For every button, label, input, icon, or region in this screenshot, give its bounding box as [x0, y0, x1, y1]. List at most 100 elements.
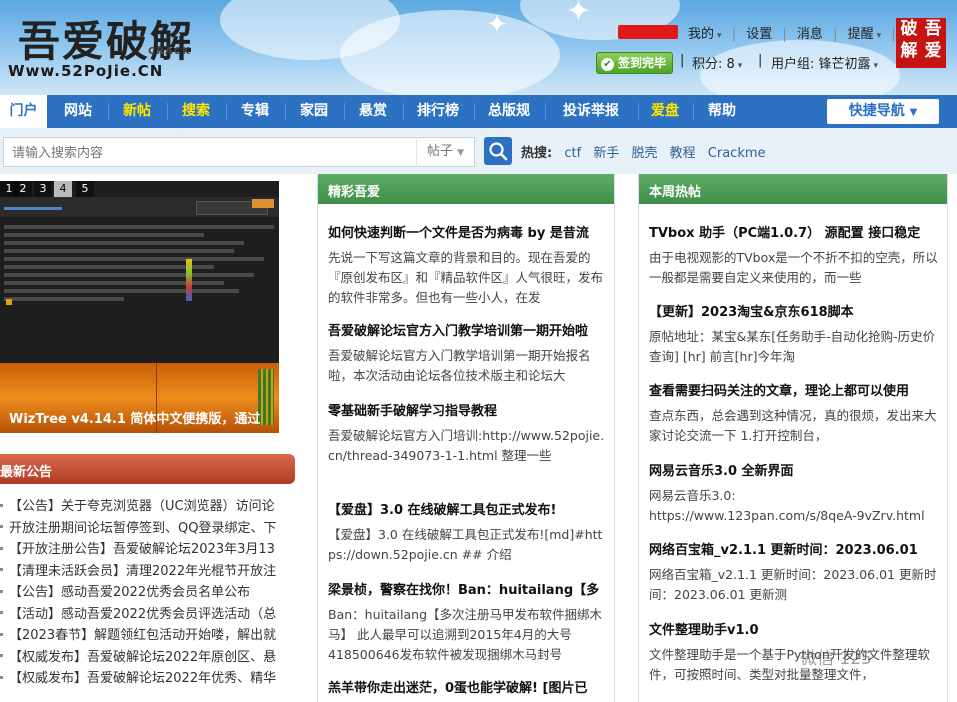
weekly-hot-panel: 本周热帖 TVbox 助手（PC端1.0.7） 源配置 接口稳定 由于电视观影的…: [638, 174, 948, 702]
usergroup-sep: |: [758, 53, 763, 68]
hot-search: 热搜: ctf 新手 脱壳 教程 Crackme: [521, 142, 766, 161]
points-sep: |: [680, 53, 685, 68]
article-summary: 文件整理助手是一个基于Python开发的文件整理软件，可按照时间、类型对批量整理…: [649, 647, 930, 682]
article-item: 【爱盘】3.0 在线破解工具包正式发布! 【爱盘】3.0 在线破解工具包正式发布…: [328, 501, 606, 565]
reminders-link[interactable]: 提醒: [848, 27, 874, 42]
article-item: 查看需要扫码关注的文章，理论上都可以使用 查点东西，总会遇到这种情况，真的很烦，…: [649, 382, 939, 446]
notice-list: 【公告】关于夸克浏览器（UC浏览器）访问论 开放注册期间论坛暂停签到、QQ登录绑…: [0, 496, 295, 690]
search-scope-select[interactable]: 帖子 ▼: [416, 138, 473, 166]
chevron-down-icon: ▾: [737, 61, 743, 71]
article-item: 羔羊带你走出迷茫，0蛋也能学破解! [图片已: [328, 679, 606, 699]
watermark: 微信 125: [800, 649, 872, 669]
notice-item[interactable]: 【权威发布】吾爱破解论坛2022年原创区、悬: [0, 647, 295, 669]
chevron-down-icon: ▾: [876, 31, 882, 41]
notice-item[interactable]: 【清理未活跃会员】清理2022年光棍节开放注: [0, 561, 295, 583]
article-title[interactable]: 如何快速判断一个文件是否为病毒 by 是昔流: [328, 224, 606, 244]
slide-screenshot: [0, 181, 279, 363]
article-title[interactable]: 羔羊带你走出迷茫，0蛋也能学破解! [图片已: [328, 679, 606, 699]
article-summary: 由于电视观影的TVbox是一个不折不扣的空壳，所以一般都是需要自定义来使用的，而…: [649, 250, 938, 285]
settings-link[interactable]: 设置: [746, 27, 772, 42]
logo-sub: CRACK: [148, 46, 191, 57]
search-input[interactable]: [10, 138, 414, 168]
featured-slider[interactable]: 1 2 3 4 5 WizTree v4.14.1 简体中文便携版，通过: [0, 181, 279, 433]
notice-item[interactable]: 【公告】感动吾爱2022优秀会员名单公布: [0, 582, 295, 604]
chevron-down-icon: ▾: [717, 31, 722, 41]
nav-rankings[interactable]: 排行榜: [406, 95, 470, 128]
hot-keyword[interactable]: 教程: [670, 146, 696, 161]
article-summary: 查点东西，总会遇到这种情况，真的很烦，发出来大家讨论交流一下 1.打开控制台，: [649, 408, 937, 443]
article-title[interactable]: 查看需要扫码关注的文章，理论上都可以使用: [649, 382, 939, 402]
slider-tab-active[interactable]: 4: [54, 181, 72, 197]
nav-help[interactable]: 帮助: [696, 95, 748, 128]
article-item: 梁景桢，警察在找你！Ban：huitailang【多 Ban：huitailan…: [328, 581, 606, 665]
article-item: 零基础新手破解学习指导教程 吾爱破解论坛官方入门培训:http://www.52…: [328, 402, 606, 466]
article-summary: 原帖地址：某宝&某东[任务助手-自动化抢购-历史价查询] [hr] 前言[hr]…: [649, 329, 936, 364]
notice-item[interactable]: 【公告】关于夸克浏览器（UC浏览器）访问论: [0, 496, 295, 518]
site-logo[interactable]: 吾爱破解: [18, 8, 194, 69]
article-title[interactable]: TVbox 助手（PC端1.0.7） 源配置 接口稳定: [649, 224, 939, 244]
article-summary: 网络百宝箱_v2.1.1 更新时间：2023.06.01 更新时间：2023.0…: [649, 567, 937, 602]
slider-tab[interactable]: 2: [14, 181, 32, 197]
notice-item[interactable]: 开放注册期间论坛暂停签到、QQ登录绑定、下: [0, 518, 295, 540]
article-summary: Ban：huitailang【多次注册马甲发布软件捆绑木马】 此人最早可以追溯到…: [328, 607, 602, 662]
article-summary: 先说一下写这篇文章的背景和目的。现在吾爱的『原创发布区』和『精品软件区』人气很旺…: [328, 250, 604, 305]
username-redacted[interactable]: [618, 25, 678, 39]
article-item: 网易云音乐3.0 全新界面 网易云音乐3.0: https://www.123p…: [649, 462, 939, 526]
hot-keyword[interactable]: Crackme: [708, 146, 766, 161]
search-box: 帖子 ▼: [3, 137, 475, 168]
article-item: 文件整理助手v1.0 文件整理助手是一个基于Python开发的文件整理软件，可按…: [649, 621, 939, 685]
notice-item[interactable]: 【开放注册公告】吾爱破解论坛2023年3月13: [0, 539, 295, 561]
points-dropdown[interactable]: 积分: 8 ▾: [692, 53, 742, 72]
messages-link[interactable]: 消息: [797, 27, 823, 42]
nav-report[interactable]: 投诉举报: [548, 95, 634, 128]
featured-title: 精彩吾爱: [328, 185, 381, 200]
nav-aipan[interactable]: 爱盘: [641, 95, 689, 128]
nav-rewards[interactable]: 悬赏: [347, 95, 399, 128]
nav-website[interactable]: 网站: [52, 95, 104, 128]
hot-label: 热搜:: [521, 146, 553, 161]
quick-nav-button[interactable]: 快捷导航 ▼: [827, 99, 939, 124]
article-title[interactable]: 文件整理助手v1.0: [649, 621, 939, 641]
slider-tab[interactable]: 5: [76, 181, 94, 197]
nav-home[interactable]: 家园: [288, 95, 340, 128]
search-button[interactable]: [484, 137, 512, 165]
nav-albums[interactable]: 专辑: [229, 95, 281, 128]
search-icon: [489, 142, 508, 161]
article-title[interactable]: 零基础新手破解学习指导教程: [328, 402, 606, 422]
hot-keyword[interactable]: 新手: [593, 146, 619, 161]
notice-title: 最新公告: [0, 465, 53, 480]
article-title[interactable]: 网易云音乐3.0 全新界面: [649, 462, 939, 482]
article-summary: 网易云音乐3.0: https://www.123pan.com/s/8qeA-…: [649, 488, 925, 523]
star-icon: ✦: [566, 0, 592, 29]
article-title[interactable]: 吾爱破解论坛官方入门教学培训第一期开始啦: [328, 322, 606, 342]
slide-caption[interactable]: WizTree v4.14.1 简体中文便携版，通过: [9, 408, 260, 427]
checkin-button[interactable]: ✔ 签到完毕: [596, 52, 674, 74]
nav-new-posts[interactable]: 新帖: [111, 95, 163, 128]
article-title[interactable]: 【爱盘】3.0 在线破解工具包正式发布!: [328, 501, 606, 521]
usergroup-dropdown[interactable]: 用户组: 锋芒初露 ▾: [771, 53, 878, 72]
star-icon: ✦: [486, 10, 508, 40]
featured-panel: 精彩吾爱 如何快速判断一个文件是否为病毒 by 是昔流 先说一下写这篇文章的背景…: [317, 174, 615, 702]
article-title[interactable]: 【更新】2023淘宝&京东618脚本: [649, 303, 939, 323]
nav-rules[interactable]: 总版规: [477, 95, 541, 128]
featured-header: 精彩吾爱: [318, 174, 614, 204]
article-summary: 吾爱破解论坛官方入门教学培训第一期开始报名啦，本次活动由论坛各位技术版主和论坛大: [328, 348, 591, 383]
article-item: 如何快速判断一个文件是否为病毒 by 是昔流 先说一下写这篇文章的背景和目的。现…: [328, 224, 606, 308]
notice-item[interactable]: 【2023春节】解题领红包活动开始喽，解出就: [0, 625, 295, 647]
hot-keyword[interactable]: ctf: [564, 146, 581, 161]
caret-down-icon: ▼: [457, 148, 465, 158]
article-item: 网络百宝箱_v2.1.1 更新时间：2023.06.01 网络百宝箱_v2.1.…: [649, 541, 939, 605]
nav-portal[interactable]: 门户: [0, 95, 47, 128]
notice-item[interactable]: 【权威发布】吾爱破解论坛2022年优秀、精华: [0, 668, 295, 690]
caret-down-icon: ▼: [909, 107, 918, 118]
notice-item[interactable]: 【活动】感动吾爱2022优秀会员评选活动（总: [0, 604, 295, 626]
article-title[interactable]: 网络百宝箱_v2.1.1 更新时间：2023.06.01: [649, 541, 939, 561]
hot-keyword[interactable]: 脱壳: [631, 146, 657, 161]
article-item: 吾爱破解论坛官方入门教学培训第一期开始啦 吾爱破解论坛官方入门教学培训第一期开始…: [328, 322, 606, 386]
nav-search[interactable]: 搜索: [170, 95, 222, 128]
article-title[interactable]: 梁景桢，警察在找你！Ban：huitailang【多: [328, 581, 606, 601]
my-link[interactable]: 我的: [688, 27, 714, 42]
weekly-header: 本周热帖: [639, 174, 947, 204]
weekly-title: 本周热帖: [649, 185, 702, 200]
slider-tab[interactable]: 3: [34, 181, 52, 197]
